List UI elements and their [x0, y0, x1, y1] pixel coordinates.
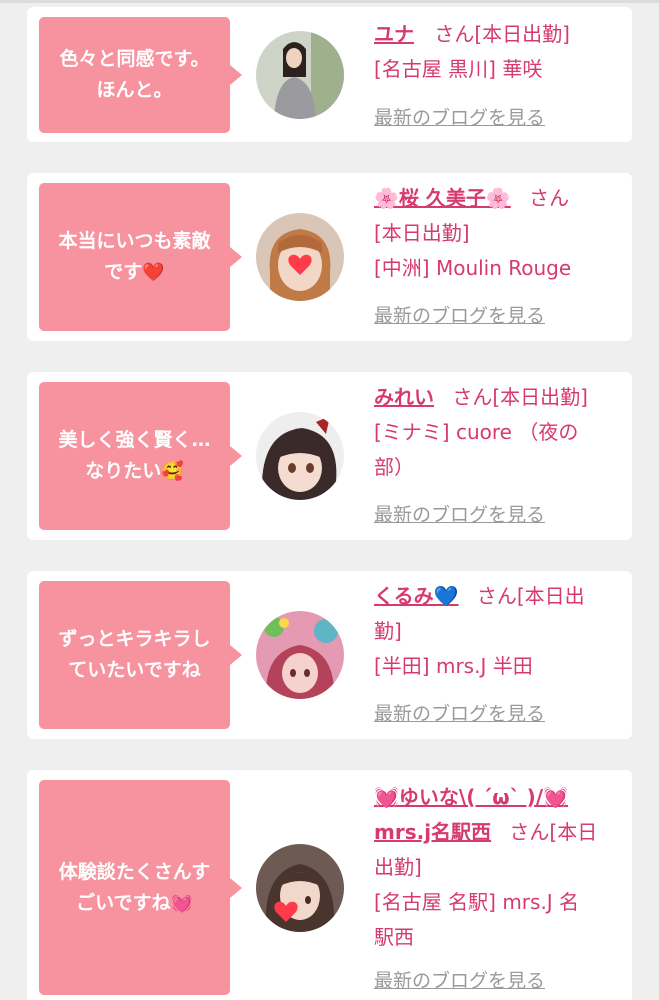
cast-shop: [ミナミ] cuore （夜の 部）: [374, 420, 579, 479]
cast-info: くるみ💙 さん[本日出 勤] [半田] mrs.J 半田: [374, 579, 624, 684]
avatar[interactable]: [256, 213, 344, 301]
cast-shop: [名古屋 名駅] mrs.J 名 駅西: [374, 890, 580, 949]
comment-card: 色々と同感です。 ほんと。 ユナ さん[本日出勤] [名古屋 黒川] 華咲 最新…: [27, 7, 632, 142]
comment-bubble: 色々と同感です。 ほんと。: [39, 17, 242, 133]
heart-emoji-icon: ❤️: [142, 262, 165, 283]
photo-avatar-icon: [256, 611, 344, 699]
latest-blog-link[interactable]: 最新のブログを見る: [374, 500, 545, 527]
cast-honorific-status: さん[本日出勤]: [452, 385, 588, 409]
photo-avatar-icon: [256, 412, 344, 500]
latest-blog-link[interactable]: 最新のブログを見る: [374, 966, 545, 993]
avatar[interactable]: [256, 611, 344, 699]
cast-honorific-status: さん[本日出勤]: [434, 22, 570, 46]
cast-info: ユナ さん[本日出勤] [名古屋 黒川] 華咲: [374, 17, 624, 87]
comment-bubble: 美しく強く賢く… なりたい🥰: [39, 382, 242, 530]
avatar[interactable]: [256, 844, 344, 932]
cast-info: みれい さん[本日出勤] [ミナミ] cuore （夜の 部）: [374, 380, 624, 485]
cast-name-line2: mrs.j名駅西: [374, 820, 492, 844]
latest-blog-link[interactable]: 最新のブログを見る: [374, 301, 545, 328]
comment-text: 体験談たくさんす ごいですね💓: [59, 857, 211, 919]
latest-blog-link[interactable]: 最新のブログを見る: [374, 699, 545, 726]
comment-text: 美しく強く賢く… なりたい🥰: [58, 425, 210, 487]
comment-text: ずっとキラキラし ていたいですね: [58, 628, 211, 681]
comment-bubble: 本当にいつも素敵 です❤️: [39, 183, 242, 331]
comment-text-body: 本当にいつも素敵 です: [58, 230, 211, 283]
comment-text: 色々と同感です。 ほんと。: [59, 48, 210, 101]
smiling-face-hearts-icon: 🥰: [161, 461, 184, 482]
cast-status: [本日出勤]: [374, 221, 470, 245]
avatar[interactable]: [256, 412, 344, 500]
comment-card: 美しく強く賢く… なりたい🥰 みれい さん[本日出勤] [ミナミ] cuore …: [27, 372, 632, 540]
cast-info: 💓ゆいな\( ´ω` )/💓 mrs.j名駅西 さん[本日 出勤] [名古屋 名駅…: [374, 780, 624, 955]
photo-avatar-icon: [256, 213, 344, 301]
cast-name-link[interactable]: みれい: [374, 385, 434, 409]
cast-name-link[interactable]: ユナ: [374, 22, 414, 46]
comment-card: 本当にいつも素敵 です❤️ 🌸桜 久美子🌸 さん [本日出勤] [中洲] Mou…: [27, 173, 632, 341]
cast-name-link[interactable]: くるみ💙: [374, 584, 459, 608]
latest-blog-link[interactable]: 最新のブログを見る: [374, 103, 545, 130]
cast-info: 🌸桜 久美子🌸 さん [本日出勤] [中洲] Moulin Rouge: [374, 181, 624, 286]
cast-shop: [中洲] Moulin Rouge: [374, 256, 572, 280]
comment-text-body: 美しく強く賢く… なりたい: [58, 429, 211, 482]
photo-avatar-icon: [256, 31, 344, 119]
cast-name-line1: 💓ゆいな\( ´ω` )/💓: [374, 785, 569, 809]
photo-avatar-icon: [256, 844, 344, 932]
comment-text: 本当にいつも素敵 です❤️: [58, 226, 210, 288]
cast-shop: [半田] mrs.J 半田: [374, 654, 533, 678]
comment-card: 体験談たくさんす ごいですね💓 💓ゆいな\( ´ω` )/💓 mrs.j名駅西 さ…: [27, 770, 632, 1000]
cast-honorific: さん: [529, 186, 570, 210]
comment-card: ずっとキラキラし ていたいですね くるみ💙 さん[本日出 勤] [半田] mrs…: [27, 571, 632, 739]
avatar[interactable]: [256, 31, 344, 119]
cast-shop: [名古屋 黒川] 華咲: [374, 57, 543, 81]
cast-name-link[interactable]: 🌸桜 久美子🌸: [374, 186, 511, 210]
beating-heart-icon: 💓: [170, 892, 193, 914]
comment-bubble: 体験談たくさんす ごいですね💓: [39, 780, 242, 995]
top-divider: [0, 0, 659, 3]
comment-bubble: ずっとキラキラし ていたいですね: [39, 581, 242, 729]
